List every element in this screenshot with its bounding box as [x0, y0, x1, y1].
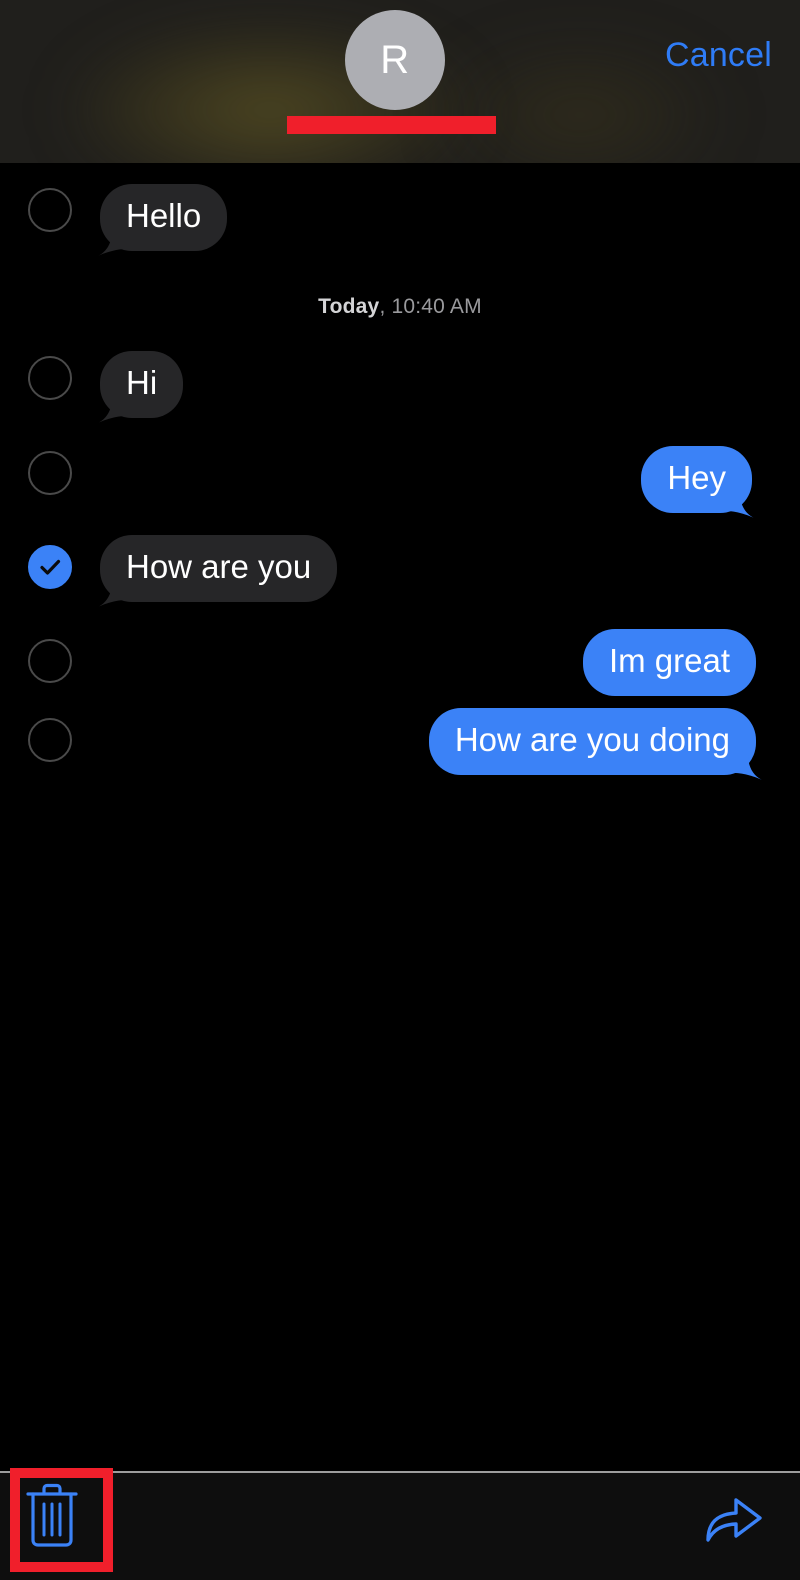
message-row[interactable]: Hey — [0, 435, 800, 535]
messages-selection-screen: R Cancel Hello Today, 10:40 AM Hi Hey Ho… — [0, 0, 800, 1580]
conversation-header: R Cancel — [0, 0, 800, 163]
message-thread[interactable]: Hello Today, 10:40 AM Hi Hey How are you… — [0, 163, 800, 1471]
trash-icon — [26, 1483, 78, 1547]
message-select-circle[interactable] — [28, 639, 72, 683]
checkmark-icon — [40, 559, 61, 575]
date-separator: Today, 10:40 AM — [0, 295, 800, 319]
cancel-button[interactable]: Cancel — [665, 36, 772, 75]
message-select-circle[interactable] — [28, 451, 72, 495]
date-separator-time: , 10:40 AM — [379, 295, 482, 318]
message-row[interactable]: Hello — [0, 163, 800, 273]
message-bubble[interactable]: How are you doing — [428, 708, 756, 775]
delete-button[interactable] — [24, 1483, 80, 1552]
message-row[interactable]: How are you doing — [0, 702, 800, 802]
forward-button[interactable] — [704, 1492, 764, 1551]
message-bubble[interactable]: Im great — [582, 629, 756, 696]
forward-arrow-icon — [706, 1498, 762, 1542]
message-select-circle[interactable] — [28, 545, 72, 589]
message-row[interactable]: Hi — [0, 341, 800, 441]
message-bubble[interactable]: Hello — [100, 184, 228, 251]
message-bubble[interactable]: Hey — [641, 446, 752, 513]
message-select-circle[interactable] — [28, 718, 72, 762]
message-select-circle[interactable] — [28, 188, 72, 232]
avatar[interactable]: R — [345, 10, 445, 110]
avatar-initial: R — [380, 38, 410, 82]
selection-toolbar — [0, 1471, 800, 1580]
message-bubble[interactable]: How are you — [100, 535, 338, 602]
message-select-circle[interactable] — [28, 356, 72, 400]
message-bubble[interactable]: Hi — [100, 351, 184, 418]
contact-name-redaction-bar — [287, 116, 496, 134]
date-separator-day: Today — [318, 295, 380, 318]
